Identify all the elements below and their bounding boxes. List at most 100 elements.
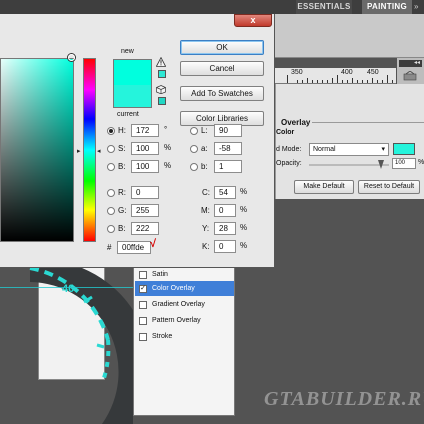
new-color-swatch	[113, 59, 152, 85]
magenta-input[interactable]: 0	[214, 204, 236, 217]
radio-blue[interactable]	[107, 225, 115, 233]
out-of-gamut-warning-icon[interactable]	[156, 57, 166, 67]
color-picker-dialog: x ▸ ◂ new current OK Cancel Add To Swatc…	[0, 14, 275, 268]
color-field[interactable]	[0, 58, 74, 242]
style-item-color-overlay[interactable]: ✓ Color Overlay	[135, 281, 234, 296]
style-checkbox[interactable]: ✓	[139, 285, 147, 293]
style-item-pattern-overlay[interactable]: Pattern Overlay	[135, 313, 234, 328]
style-checkbox[interactable]	[139, 301, 147, 309]
cyan-unit: %	[240, 187, 248, 196]
blue-label: B:	[118, 224, 126, 233]
web-safe-color-swatch[interactable]	[158, 97, 166, 105]
red-label: R:	[118, 188, 126, 197]
saturation-unit: %	[164, 143, 172, 152]
green-input[interactable]: 255	[131, 204, 159, 217]
a-channel-input[interactable]: -58	[214, 142, 242, 155]
opacity-unit: %	[418, 159, 424, 166]
lightness-input[interactable]: 90	[214, 124, 242, 137]
cancel-button[interactable]: Cancel	[180, 61, 264, 76]
dock-collapse-arrow[interactable]: ◂◂	[399, 60, 422, 67]
style-checkbox[interactable]	[139, 317, 147, 325]
magenta-label: M:	[201, 206, 210, 215]
hue-slider-arrow-right[interactable]: ◂	[97, 147, 101, 155]
ruler-number: 450	[367, 69, 379, 76]
ok-button[interactable]: OK	[180, 40, 264, 55]
cyan-input[interactable]: 54	[214, 186, 236, 199]
radio-hue[interactable]	[107, 127, 115, 135]
hex-input[interactable]: 00ffde	[117, 241, 151, 254]
workspace-tab-painting[interactable]: PAINTING	[362, 0, 412, 14]
overlay-color-swatch[interactable]	[393, 143, 415, 155]
current-color-swatch[interactable]	[113, 85, 152, 108]
style-item-label: Gradient Overlay	[152, 301, 205, 308]
lightness-label: L:	[201, 126, 208, 135]
brightness-unit: %	[164, 161, 172, 170]
watermark: GTABUILDER.RU	[264, 388, 424, 410]
style-item-label: Pattern Overlay	[152, 317, 201, 324]
overlay-section-title: Overlay	[281, 118, 311, 127]
canvas-guide-line	[0, 287, 133, 288]
brush-preset-icon[interactable]	[403, 71, 417, 81]
style-item-satin[interactable]: Satin	[135, 267, 234, 282]
style-item-label: Color Overlay	[152, 285, 195, 292]
hue-slider[interactable]	[83, 58, 96, 242]
radio-brightness[interactable]	[107, 163, 115, 171]
blend-mode-label: d Mode:	[276, 146, 302, 153]
style-checkbox[interactable]	[139, 271, 147, 279]
b-channel-input[interactable]: 1	[214, 160, 242, 173]
layer-styles-list: Satin ✓ Color Overlay Gradient Overlay P…	[133, 266, 235, 416]
radio-green[interactable]	[107, 207, 115, 215]
saturation-label: S:	[118, 144, 126, 153]
workspace-top-bar	[0, 0, 424, 14]
color-field-marker[interactable]	[68, 54, 75, 61]
black-unit: %	[240, 241, 248, 250]
opacity-label: Opacity:	[276, 160, 302, 167]
style-item-stroke[interactable]: Stroke	[135, 329, 234, 344]
section-divider	[312, 122, 424, 123]
saturation-input[interactable]: 100	[131, 142, 159, 155]
opacity-input[interactable]: 100	[392, 158, 416, 169]
color-subsection-title: Color	[276, 129, 295, 136]
close-button[interactable]: x	[234, 14, 272, 27]
b-channel-label: b:	[201, 162, 208, 171]
add-to-swatches-button[interactable]: Add To Swatches	[180, 86, 264, 101]
make-default-button[interactable]: Make Default	[294, 180, 354, 194]
radio-lightness[interactable]	[190, 127, 198, 135]
gauge-label: 40	[62, 283, 74, 295]
blend-mode-select[interactable]: Normal ▾	[309, 143, 389, 156]
black-label: K:	[202, 242, 210, 251]
ruler-number: 400	[341, 69, 353, 76]
style-item-gradient-overlay[interactable]: Gradient Overlay	[135, 297, 234, 312]
blue-input[interactable]: 222	[131, 222, 159, 235]
hue-label: H:	[118, 126, 126, 135]
green-label: G:	[118, 206, 127, 215]
radio-saturation[interactable]	[107, 145, 115, 153]
black-input[interactable]: 0	[214, 240, 236, 253]
speedometer-artwork: 40	[29, 259, 133, 424]
radio-a-channel[interactable]	[190, 145, 198, 153]
workspace-tab-essentials[interactable]: ESSENTIALS	[296, 0, 352, 14]
yellow-unit: %	[240, 223, 248, 232]
hue-unit: °	[164, 125, 168, 134]
current-color-label: current	[117, 111, 139, 118]
brightness-label: B:	[118, 162, 126, 171]
hue-input[interactable]: 172	[131, 124, 159, 137]
reset-to-default-button[interactable]: Reset to Default	[358, 180, 420, 194]
gamut-color-swatch[interactable]	[158, 70, 166, 78]
brightness-input[interactable]: 100	[131, 160, 159, 173]
new-color-label: new	[121, 48, 134, 55]
opacity-slider-track[interactable]	[309, 164, 389, 166]
radio-b-channel[interactable]	[190, 163, 198, 171]
radio-red[interactable]	[107, 189, 115, 197]
horizontal-ruler: 350 400 450	[275, 68, 396, 84]
hue-slider-arrow-left[interactable]: ▸	[77, 147, 81, 155]
web-safe-cube-icon[interactable]	[156, 85, 166, 94]
style-item-label: Satin	[152, 271, 168, 278]
yellow-label: Y:	[202, 224, 210, 233]
workspace-more-arrow[interactable]: »	[414, 0, 424, 14]
ruler-number: 350	[291, 69, 303, 76]
style-item-label: Stroke	[152, 333, 173, 340]
style-checkbox[interactable]	[139, 333, 147, 341]
yellow-input[interactable]: 28	[214, 222, 236, 235]
red-input[interactable]: 0	[131, 186, 159, 199]
